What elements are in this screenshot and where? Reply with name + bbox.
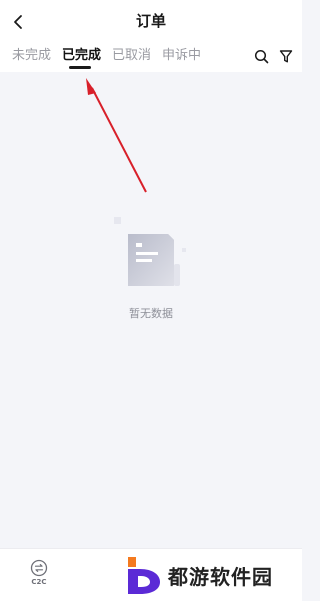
- page-title: 订单: [135, 12, 166, 30]
- filter-button[interactable]: [276, 46, 296, 66]
- watermark-logo: [128, 557, 160, 594]
- search-button[interactable]: [251, 46, 271, 66]
- watermark-text: 都游软件园: [168, 564, 273, 589]
- c2c-button[interactable]: C2C: [22, 559, 56, 595]
- watermark: 都游软件园: [126, 553, 302, 597]
- exchange-icon: [30, 559, 48, 577]
- order-tabs: 未完成 已完成 已取消 申诉中: [12, 44, 201, 70]
- header: 订单 未完成 已完成 已取消 申诉中: [0, 0, 302, 72]
- c2c-label: C2C: [31, 578, 47, 586]
- tab-appeal[interactable]: 申诉中: [162, 44, 201, 63]
- tab-completed[interactable]: 已完成: [62, 44, 102, 69]
- active-tab-indicator: [69, 66, 92, 69]
- search-icon: [254, 49, 268, 63]
- filter-icon: [279, 49, 293, 62]
- empty-document-icon: [110, 212, 192, 294]
- empty-state-text: 暂无数据: [129, 307, 173, 320]
- tab-incomplete[interactable]: 未完成: [12, 44, 51, 63]
- tab-completed-label: 已完成: [62, 48, 102, 63]
- tab-cancelled[interactable]: 已取消: [112, 44, 151, 63]
